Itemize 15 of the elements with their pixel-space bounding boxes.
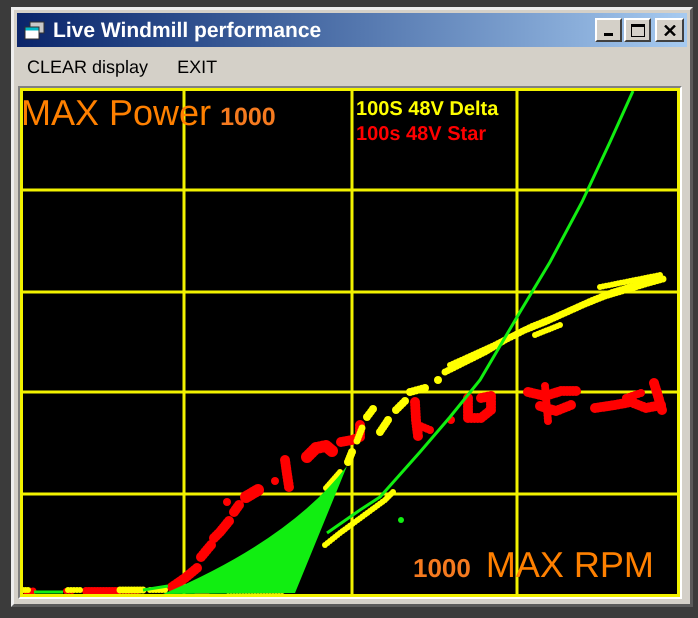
maximize-button[interactable]: [624, 18, 651, 42]
legend-label: 100s 48V Star: [356, 122, 488, 147]
close-icon: [664, 24, 676, 36]
window-title: Live Windmill performance: [53, 20, 322, 40]
window-icon: [24, 20, 45, 40]
menu-item[interactable]: CLEAR display: [22, 58, 154, 76]
x-axis-max: 1000: [413, 555, 471, 581]
maximize-icon: [630, 24, 644, 36]
close-button[interactable]: [655, 18, 684, 42]
y-axis-max: 1000: [220, 105, 276, 130]
menu-item[interactable]: EXIT: [172, 58, 222, 76]
data-point: [398, 517, 404, 523]
minimize-button[interactable]: [595, 18, 622, 42]
minimize-icon: [604, 33, 613, 36]
legend-label: 100S 48V Delta: [356, 97, 498, 122]
